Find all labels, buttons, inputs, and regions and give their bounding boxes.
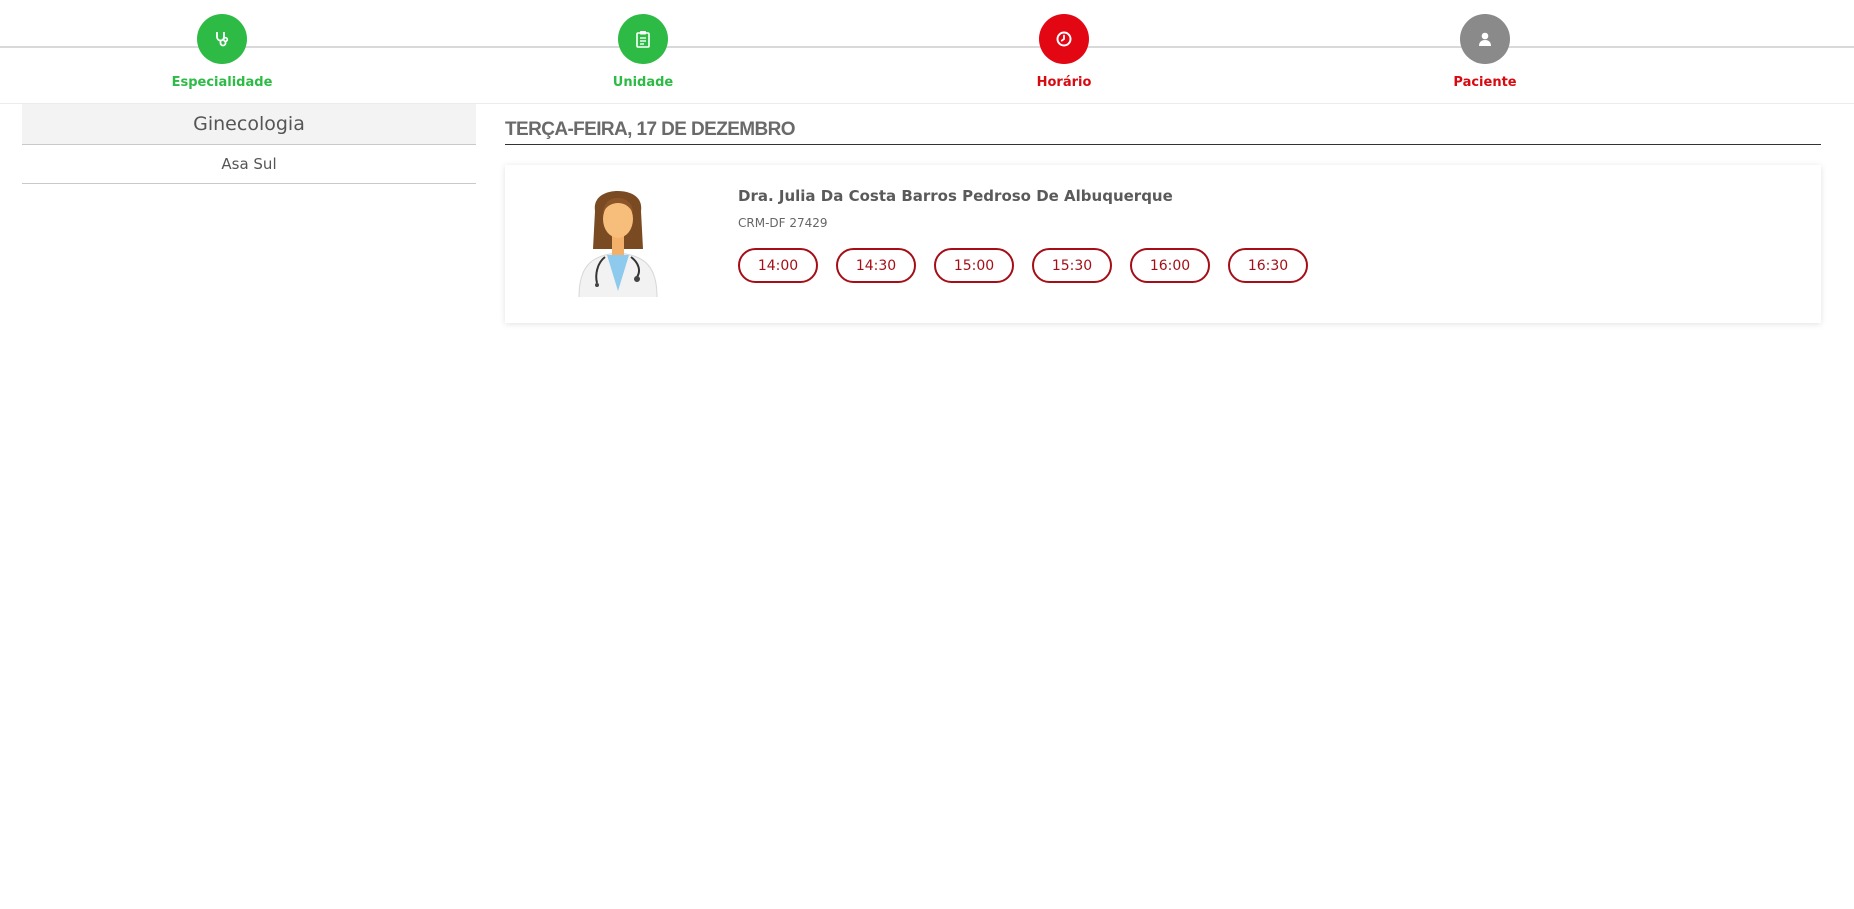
step-label: Horário xyxy=(1036,75,1092,90)
selection-summary: Ginecologia Asa Sul xyxy=(22,104,476,184)
clock-icon xyxy=(1039,14,1089,64)
doctor-crm: CRM-DF 27429 xyxy=(738,216,828,230)
time-slots: 14:00 14:30 15:00 15:30 16:00 16:30 xyxy=(738,248,1308,283)
time-slot-button[interactable]: 16:30 xyxy=(1228,248,1308,283)
time-slot-button[interactable]: 16:00 xyxy=(1130,248,1210,283)
step-unidade[interactable]: Unidade xyxy=(543,14,743,94)
step-label: Unidade xyxy=(612,75,674,90)
step-especialidade[interactable]: Especialidade xyxy=(122,14,322,94)
step-horario[interactable]: Horário xyxy=(964,14,1164,94)
step-paciente[interactable]: Paciente xyxy=(1385,14,1585,94)
doctor-name: Dra. Julia Da Costa Barros Pedroso De Al… xyxy=(738,187,1173,205)
date-heading: TERÇA-FEIRA, 17 DE DEZEMBRO xyxy=(505,118,1821,145)
time-slot-button[interactable]: 14:00 xyxy=(738,248,818,283)
user-icon xyxy=(1460,14,1510,64)
step-label: Especialidade xyxy=(171,75,273,90)
schedule-panel: TERÇA-FEIRA, 17 DE DEZEMBRO Dra. Julia D… xyxy=(505,118,1821,323)
time-slot-button[interactable]: 15:30 xyxy=(1032,248,1112,283)
time-slot-button[interactable]: 14:30 xyxy=(836,248,916,283)
female-doctor-avatar xyxy=(578,191,658,297)
step-label: Paciente xyxy=(1453,75,1517,90)
selected-specialty[interactable]: Ginecologia xyxy=(22,104,476,145)
stethoscope-icon xyxy=(197,14,247,64)
progress-stepper: Especialidade Unidade Horário Paciente xyxy=(0,0,1854,104)
selected-unit[interactable]: Asa Sul xyxy=(22,145,476,184)
time-slot-button[interactable]: 15:00 xyxy=(934,248,1014,283)
clipboard-icon xyxy=(618,14,668,64)
doctor-card: Dra. Julia Da Costa Barros Pedroso De Al… xyxy=(505,165,1821,323)
